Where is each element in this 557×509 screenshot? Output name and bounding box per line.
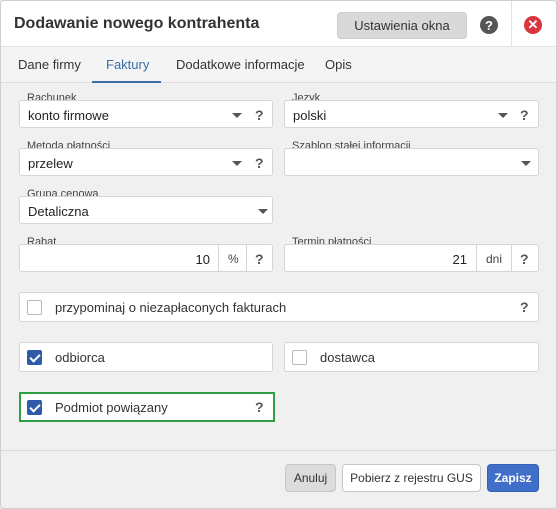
przypominaj-row[interactable]: przypominaj o niezapłaconych fakturach ? [19,292,539,322]
chevron-down-icon [258,209,268,214]
help-icon[interactable]: ? [255,155,264,171]
help-icon[interactable]: ? [520,299,529,315]
dialog-title: Dodawanie nowego kontrahenta [14,15,260,32]
help-icon[interactable]: ? [520,107,529,123]
unit-divider [476,245,477,271]
podmiot-powiazany-checkbox[interactable] [27,400,42,415]
help-icon[interactable]: ? [480,16,498,34]
help-icon[interactable]: ? [255,251,264,267]
help-icon[interactable]: ? [255,107,264,123]
close-icon[interactable]: ✕ [524,16,542,34]
podmiot-powiazany-row[interactable]: Podmiot powiązany ? [19,392,275,422]
rachunek-value: konto firmowe [28,108,109,123]
grupa-select[interactable]: Detaliczna [19,196,273,224]
chevron-down-icon [232,113,242,118]
help-icon[interactable]: ? [255,399,264,415]
tab-bar: Dane firmy Faktury Dodatkowe informacje … [1,47,556,83]
jezyk-value: polski [293,108,327,123]
titlebar-divider [511,1,512,47]
termin-value: 21 [452,252,467,267]
rabat-input[interactable]: 10 % ? [19,244,273,272]
tab-dodatkowe-informacje[interactable]: Dodatkowe informacje [176,57,305,72]
dialog-window: Dodawanie nowego kontrahenta Ustawienia … [0,0,557,509]
dostawca-label: dostawca [320,350,375,365]
unit-divider [218,245,219,271]
tab-opis[interactable]: Opis [325,57,352,72]
chevron-down-icon [232,161,242,166]
metoda-value: przelew [28,156,73,171]
rabat-unit: % [228,252,239,266]
termin-unit: dni [486,252,503,266]
odbiorca-label: odbiorca [55,350,105,365]
dostawca-checkbox[interactable] [292,350,307,365]
dialog-footer: Anuluj Pobierz z rejestru GUS Zapisz [1,450,556,508]
podmiot-powiazany-label: Podmiot powiązany [55,400,168,415]
grupa-value: Detaliczna [28,204,89,219]
help-icon[interactable]: ? [520,251,529,267]
odbiorca-checkbox[interactable] [27,350,42,365]
odbiorca-row[interactable]: odbiorca [19,342,273,372]
rabat-value: 10 [195,252,210,267]
unit-divider [511,245,512,271]
rachunek-select[interactable]: konto firmowe ? [19,100,273,128]
przypominaj-checkbox[interactable] [27,300,42,315]
przypominaj-label: przypominaj o niezapłaconych fakturach [55,300,287,315]
szablon-select[interactable] [284,148,539,176]
chevron-down-icon [521,161,531,166]
title-bar: Dodawanie nowego kontrahenta Ustawienia … [1,1,556,47]
dostawca-row[interactable]: dostawca [284,342,539,372]
jezyk-select[interactable]: polski ? [284,100,539,128]
termin-input[interactable]: 21 dni ? [284,244,539,272]
save-button[interactable]: Zapisz [487,464,539,492]
tab-faktury[interactable]: Faktury [106,57,149,72]
cancel-button[interactable]: Anuluj [285,464,336,492]
active-tab-indicator [92,81,161,83]
metoda-select[interactable]: przelew ? [19,148,273,176]
tab-dane-firmy[interactable]: Dane firmy [18,57,81,72]
window-settings-button[interactable]: Ustawienia okna [337,12,467,39]
fetch-gus-button[interactable]: Pobierz z rejestru GUS [342,464,481,492]
unit-divider [246,245,247,271]
chevron-down-icon [498,113,508,118]
